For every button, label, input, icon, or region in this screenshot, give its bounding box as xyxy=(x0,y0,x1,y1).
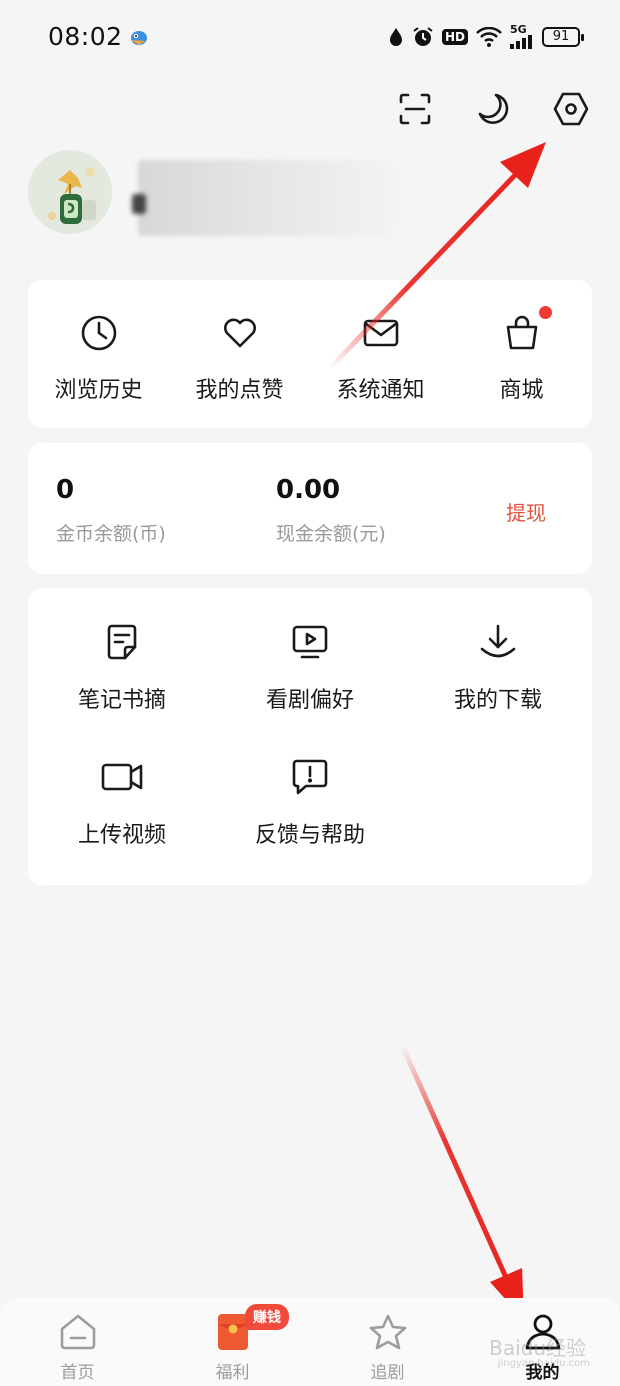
tools-card: 笔记书摘 看剧偏好 我的下载 上传视频 反馈与帮助 xyxy=(28,588,592,885)
balance-card: 0 金币余额(币) 0.00 现金余额(元) 提现 xyxy=(28,443,592,574)
quick-link-history[interactable]: 浏览历史 xyxy=(28,280,169,428)
tool-label: 反馈与帮助 xyxy=(254,823,365,848)
quick-link-mall[interactable]: 商城 xyxy=(451,280,592,428)
night-mode-icon[interactable] xyxy=(474,90,512,128)
tool-upload-video[interactable]: 上传视频 xyxy=(28,755,216,849)
tool-label: 上传视频 xyxy=(77,823,166,848)
watermark: Baidu经验 xyxy=(489,1336,586,1360)
nav-home[interactable]: 首页 xyxy=(0,1298,155,1386)
withdraw-button[interactable]: 提现 xyxy=(506,497,546,526)
signal-icon: 5G xyxy=(510,24,534,49)
quick-link-label: 系统通知 xyxy=(336,378,425,403)
star-icon xyxy=(367,1312,409,1352)
status-bar: 08:02 HD 5G 91 xyxy=(0,0,620,76)
tool-feedback[interactable]: 反馈与帮助 xyxy=(216,755,404,849)
quick-link-label: 商城 xyxy=(499,378,544,403)
tv-play-icon xyxy=(288,620,332,664)
top-actions xyxy=(396,90,590,128)
cash-balance-label: 现金余额(元) xyxy=(276,523,386,545)
nav-welfare[interactable]: 赚钱 福利 xyxy=(155,1298,310,1386)
quick-link-label: 我的点赞 xyxy=(195,378,284,403)
video-camera-icon xyxy=(100,755,144,799)
scan-icon[interactable] xyxy=(396,90,434,128)
tool-label: 我的下载 xyxy=(453,688,542,713)
tool-label: 笔记书摘 xyxy=(77,688,166,713)
battery-indicator: 91 xyxy=(542,26,584,47)
nav-label: 福利 xyxy=(215,1363,250,1383)
notification-dot xyxy=(539,306,552,319)
drop-icon xyxy=(388,27,404,47)
coin-balance-label: 金币余额(币) xyxy=(56,523,166,545)
note-icon xyxy=(100,620,144,664)
home-icon xyxy=(57,1312,99,1352)
feedback-icon xyxy=(288,755,332,799)
tool-label: 看剧偏好 xyxy=(265,688,354,713)
status-time: 08:02 xyxy=(48,22,123,51)
wifi-icon xyxy=(476,26,502,47)
heart-icon xyxy=(219,312,261,354)
clock-icon xyxy=(78,312,120,354)
avatar[interactable] xyxy=(28,150,112,234)
quick-link-likes[interactable]: 我的点赞 xyxy=(169,280,310,428)
watermark-sub: jingyan.baidu.com xyxy=(497,1358,590,1369)
username-blurred xyxy=(138,160,396,236)
tool-notes[interactable]: 笔记书摘 xyxy=(28,620,216,714)
download-icon xyxy=(476,620,520,664)
mail-icon xyxy=(360,312,402,354)
quick-link-notifications[interactable]: 系统通知 xyxy=(310,280,451,428)
cash-balance-value: 0.00 xyxy=(276,475,341,505)
tool-downloads[interactable]: 我的下载 xyxy=(404,620,592,714)
settings-icon[interactable] xyxy=(552,90,590,128)
arrow-to-mine-tab xyxy=(399,1042,524,1320)
nav-label: 首页 xyxy=(60,1363,95,1383)
coin-balance-value: 0 xyxy=(56,475,75,505)
cash-balance[interactable]: 0.00 现金余额(元) xyxy=(276,475,386,546)
nav-follow[interactable]: 追剧 xyxy=(310,1298,465,1386)
status-icons: HD 5G 91 xyxy=(388,24,584,49)
coin-balance[interactable]: 0 金币余额(币) xyxy=(56,475,166,546)
bird-app-icon xyxy=(128,26,150,48)
quick-link-label: 浏览历史 xyxy=(54,378,143,403)
hd-badge: HD xyxy=(441,28,468,45)
shopping-bag-icon xyxy=(501,312,543,354)
quick-links-card: 浏览历史 我的点赞 系统通知 商城 xyxy=(28,280,592,428)
alarm-icon xyxy=(412,26,434,48)
earn-badge: 赚钱 xyxy=(245,1304,289,1330)
network-type: 5G xyxy=(510,23,527,36)
nav-label: 追剧 xyxy=(370,1363,405,1383)
tool-preferences[interactable]: 看剧偏好 xyxy=(216,620,404,714)
